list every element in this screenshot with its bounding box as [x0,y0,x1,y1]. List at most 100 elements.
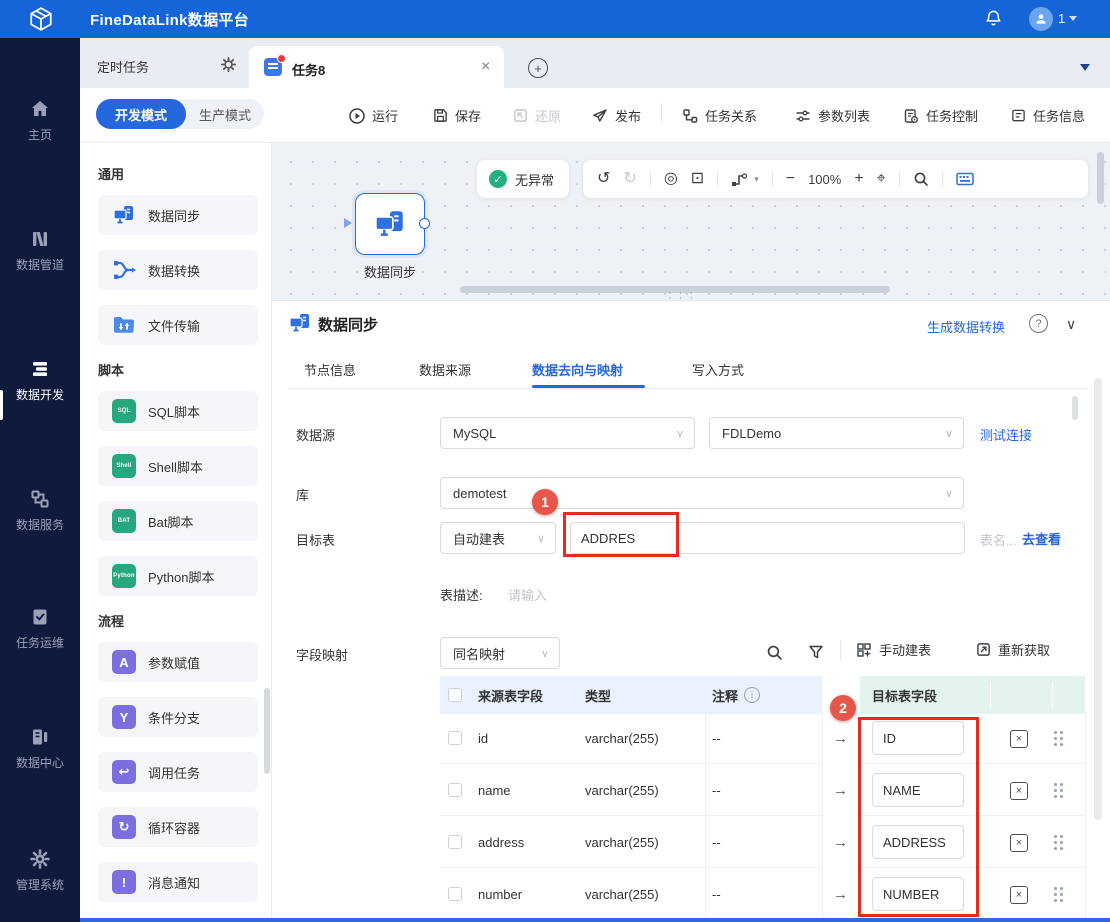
data-sync-node[interactable] [355,193,425,255]
datasource-type-select[interactable]: MySQL ∨ [440,417,695,449]
tab-write-mode[interactable]: 写入方式 [692,360,744,379]
task-control-button[interactable]: 任务控制 [903,106,978,125]
divider [440,867,822,868]
palette-item-bat-script[interactable]: BAT Bat脚本 [98,501,258,541]
bottom-horizontal-scrollbar[interactable] [80,918,1110,922]
palette-item-file-transfer[interactable]: 文件传输 [98,305,258,345]
undo-icon[interactable]: ↺ [597,171,610,187]
row-checkbox[interactable] [448,835,462,849]
user-avatar[interactable] [1029,7,1053,31]
row-checkbox[interactable] [448,887,462,901]
new-tab-button[interactable]: + [528,58,548,78]
palette-scrollbar[interactable] [264,688,270,774]
sidebar-item-admin[interactable]: 管理系统 [0,848,80,893]
datasource-name-select[interactable]: FDLDemo ∨ [709,417,964,449]
comment-info-icon[interactable]: i [744,687,761,703]
palette-item-loop-container[interactable]: ↻ 循环容器 [98,807,258,847]
sidebar-item-task-ops[interactable]: 任务运维 [0,606,80,651]
data-center-icon [33,729,48,745]
drag-handle-icon[interactable] [1054,835,1057,838]
delete-field-icon[interactable]: × [1010,886,1028,904]
sidebar-item-data-pipeline[interactable]: 数据管道 [0,228,80,273]
palette-section-script: 脚本 [98,363,125,378]
drag-handle-icon[interactable] [1054,731,1057,734]
palette-item-data-transform[interactable]: 数据转换 [98,250,258,290]
sidebar-item-data-service[interactable]: 数据服务 [0,488,80,533]
shortcut-keyboard-icon[interactable] [955,172,974,186]
notification-bell-icon[interactable] [984,9,1003,28]
palette-item-data-sync[interactable]: 数据同步 [98,195,258,235]
sidebar-item-home[interactable]: 主页 [0,98,80,143]
refetch-button[interactable]: 重新获取 [976,640,1050,659]
palette-item-condition-branch[interactable]: Y 条件分支 [98,697,258,737]
row-checkbox[interactable] [448,783,462,797]
task-info-button[interactable]: 任务信息 [1011,106,1085,125]
user-menu-caret-icon[interactable] [1069,16,1077,25]
form-scrollbar[interactable] [1072,396,1078,420]
connector-caret-icon[interactable]: ▾ [754,174,759,185]
search-icon[interactable] [913,171,929,187]
mapping-search-icon[interactable] [766,644,783,661]
type-cell: varchar(255) [585,783,659,798]
palette-item-param-assign[interactable]: A 参数赋值 [98,642,258,682]
table-create-mode-select[interactable]: 自动建表 ∨ [440,522,556,554]
generate-transform-link[interactable]: 生成数据转换 [927,317,1005,336]
tasks-settings-gear-icon[interactable] [220,56,237,73]
palette-item-sql-script[interactable]: SQL SQL脚本 [98,391,258,431]
zoom-level[interactable]: 100% [808,172,841,187]
sidebar-item-data-dev[interactable]: 数据开发 [0,358,80,403]
tab-overflow-caret-icon[interactable] [1080,64,1090,76]
panel-node-icon [288,311,312,335]
help-icon[interactable]: ? [1029,314,1048,333]
select-all-checkbox[interactable] [448,688,462,702]
canvas-vertical-scrollbar[interactable] [1097,152,1104,204]
palette-item-call-task[interactable]: ↩ 调用任务 [98,752,258,792]
test-connection-link[interactable]: 测试连接 [980,425,1032,444]
restore-button[interactable]: 还原 [513,106,561,125]
save-button[interactable]: 保存 [433,106,481,125]
drag-handle-icon[interactable] [1054,783,1057,786]
task-relation-button[interactable]: 任务关系 [682,106,757,125]
palette-item-python-script[interactable]: Python Python脚本 [98,556,258,596]
zoom-in-icon[interactable]: + [854,171,863,187]
view-table-link[interactable]: 去查看 [1022,529,1061,548]
database-select[interactable]: demotest ∨ [440,477,964,509]
task-ops-icon [33,609,47,625]
panel-scrollbar[interactable] [1094,378,1102,820]
row-checkbox[interactable] [448,731,462,745]
tab-label[interactable]: 任务8 [292,60,325,79]
panel-type-label[interactable]: 定时任务 [97,57,149,76]
user-name[interactable]: 1 [1058,11,1065,26]
palette-item-shell-script[interactable]: Shell Shell脚本 [98,446,258,486]
collapse-chevron-icon[interactable]: ∨ [1066,316,1076,333]
zoom-out-icon[interactable]: − [786,171,795,187]
locate-icon[interactable]: ⌖ [877,171,886,187]
publish-button[interactable]: 发布 [592,106,641,125]
prod-mode-button[interactable]: 生产模式 [186,99,264,129]
tab-task8[interactable] [249,46,504,88]
redo-icon[interactable]: ↻ [623,171,636,187]
sidebar-item-data-center[interactable]: 数据中心 [0,726,80,771]
palette-item-message-notify[interactable]: ! 消息通知 [98,862,258,902]
tab-node-info[interactable]: 节点信息 [304,360,356,379]
delete-field-icon[interactable]: × [1010,730,1028,748]
app-logo-icon [28,6,54,32]
drag-handle-icon[interactable] [1054,887,1057,890]
mapping-filter-icon[interactable] [808,644,824,660]
node-output-port[interactable] [419,218,430,229]
tab-destination-mapping[interactable]: 数据去向与映射 [532,360,623,379]
tab-data-source[interactable]: 数据来源 [419,360,471,379]
table-desc-placeholder[interactable]: 请输入 [508,585,547,604]
manual-create-table-button[interactable]: 手动建表 [856,640,931,659]
param-list-button[interactable]: 参数列表 [795,106,870,125]
type-cell: varchar(255) [585,887,659,902]
mapping-mode-select[interactable]: 同名映射 ∨ [440,637,560,669]
overview-icon[interactable]: ◎ [664,171,678,187]
fit-view-icon[interactable]: ⊡ [691,171,704,187]
run-button[interactable]: 运行 [349,106,398,125]
delete-field-icon[interactable]: × [1010,782,1028,800]
tab-close-icon[interactable]: × [481,58,490,76]
connector-style-icon[interactable] [731,172,748,187]
delete-field-icon[interactable]: × [1010,834,1028,852]
dev-mode-button[interactable]: 开发模式 [96,99,186,129]
